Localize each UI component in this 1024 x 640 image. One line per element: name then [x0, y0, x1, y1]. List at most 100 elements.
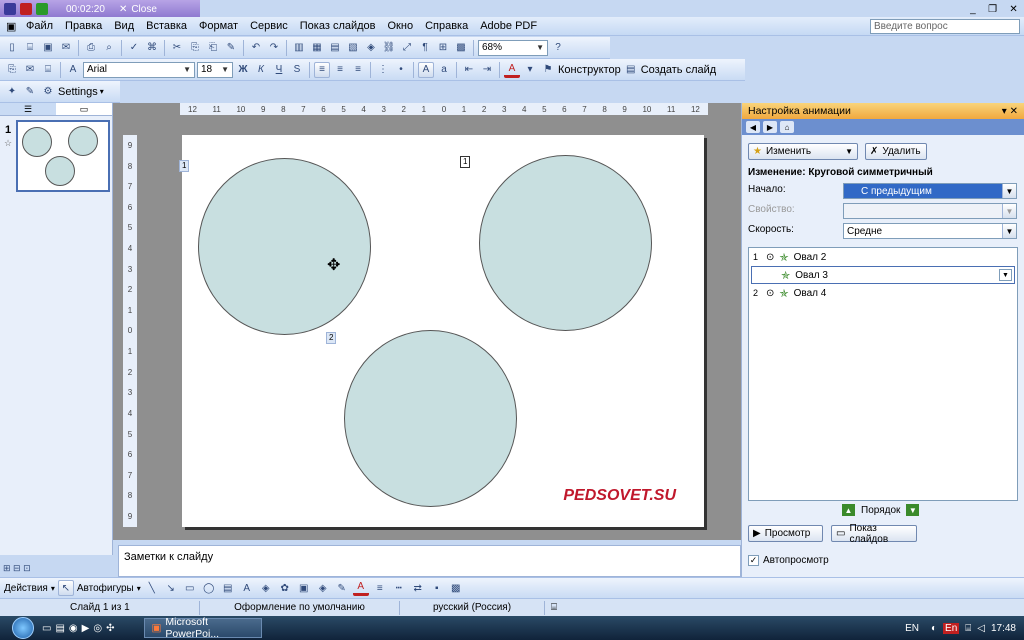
- decrease-indent-icon[interactable]: ⇤: [461, 62, 477, 78]
- italic-button[interactable]: К: [253, 62, 269, 78]
- show-desktop-icon[interactable]: ▭: [42, 623, 51, 634]
- save-icon[interactable]: ▣: [40, 40, 56, 56]
- oval-icon[interactable]: ◯: [201, 580, 217, 596]
- increase-indent-icon[interactable]: ⇥: [479, 62, 495, 78]
- align-left-icon[interactable]: ≡: [314, 61, 330, 78]
- taskbar-powerpoint[interactable]: ▣ Microsoft PowerPoi...: [144, 616, 263, 640]
- select-objects-icon[interactable]: ↖: [57, 580, 74, 596]
- oval-4[interactable]: [344, 330, 517, 507]
- font-size-select[interactable]: 18 ▼: [197, 61, 233, 78]
- actions-menu[interactable]: Действия: [4, 583, 48, 594]
- oval-3[interactable]: [479, 155, 652, 331]
- arrow-style-icon[interactable]: ⇄: [410, 580, 426, 596]
- firefox-icon[interactable]: ◉: [69, 623, 78, 634]
- start-button[interactable]: [12, 617, 34, 639]
- arrow-icon[interactable]: ↘: [163, 580, 179, 596]
- decrease-font-icon[interactable]: a: [436, 62, 452, 78]
- print-icon[interactable]: ⎙: [83, 40, 99, 56]
- move-down-icon[interactable]: ▼: [906, 504, 920, 516]
- menu-edit[interactable]: Правка: [59, 20, 108, 32]
- hyperlink-icon[interactable]: ⛓: [381, 40, 397, 56]
- list-item[interactable]: 2 ⊙ ✯ Овал 4: [749, 284, 1017, 302]
- oval-2[interactable]: [198, 158, 371, 335]
- tab-outline[interactable]: ☰: [0, 103, 56, 115]
- settings-pen-icon[interactable]: ✎: [22, 84, 38, 100]
- list-item[interactable]: 1 ⊙ ✯ Овал 2: [749, 248, 1017, 266]
- line-icon[interactable]: ╲: [144, 580, 160, 596]
- minimize-icon[interactable]: _: [970, 4, 976, 15]
- autopreview-checkbox[interactable]: ✓: [748, 555, 759, 566]
- recorder-close[interactable]: Close: [131, 4, 157, 15]
- menu-window[interactable]: Окно: [382, 20, 420, 32]
- table-icon[interactable]: ▦: [309, 40, 325, 56]
- home-icon[interactable]: ⌂: [780, 121, 794, 133]
- settings-app-icon[interactable]: ◎: [93, 623, 102, 634]
- color-icon[interactable]: ▩: [453, 40, 469, 56]
- settings-wand-icon[interactable]: ✦: [4, 84, 20, 100]
- picture-icon[interactable]: ▣: [296, 580, 312, 596]
- format-painter-icon[interactable]: ✎: [223, 40, 239, 56]
- pane-menu-icon[interactable]: ▾: [1002, 106, 1007, 117]
- tab-slides[interactable]: ▭: [56, 103, 112, 115]
- close-icon[interactable]: ✕: [119, 4, 127, 15]
- permission-icon[interactable]: ✉: [58, 40, 74, 56]
- cut-icon[interactable]: ✂: [169, 40, 185, 56]
- menu-view[interactable]: Вид: [108, 20, 140, 32]
- menu-tools[interactable]: Сервис: [244, 20, 294, 32]
- menu-file[interactable]: Файл: [20, 20, 59, 32]
- start-select[interactable]: С предыдущим ▼: [843, 183, 1017, 199]
- pane-close-icon[interactable]: ✕: [1010, 106, 1018, 117]
- 3d-style-icon[interactable]: ▩: [448, 580, 464, 596]
- pause-icon[interactable]: [4, 3, 16, 15]
- fill-color-icon[interactable]: ◈: [315, 580, 331, 596]
- chevron-down-icon[interactable]: ▼: [999, 269, 1012, 281]
- tray-app-icon[interactable]: ✣: [106, 623, 114, 634]
- increase-font-icon[interactable]: A: [418, 61, 434, 78]
- show-formatting-icon[interactable]: ¶: [417, 40, 433, 56]
- speed-select[interactable]: Средне ▼: [843, 223, 1017, 239]
- help-search-input[interactable]: Введите вопрос: [870, 19, 1020, 34]
- designer-button[interactable]: Конструктор: [558, 64, 621, 76]
- clock[interactable]: 17:48: [991, 623, 1016, 634]
- research-icon[interactable]: ⌘: [144, 40, 160, 56]
- zoom-select[interactable]: 68% ▼: [478, 39, 548, 56]
- tray-lang[interactable]: EN: [905, 623, 919, 634]
- menu-adobe-pdf[interactable]: Adobe PDF: [474, 20, 543, 32]
- diagram-icon[interactable]: ◈: [363, 40, 379, 56]
- undo-icon[interactable]: ↶: [248, 40, 264, 56]
- dash-style-icon[interactable]: ┅: [391, 580, 407, 596]
- back-icon[interactable]: ◀: [746, 121, 760, 133]
- close-window-icon[interactable]: ✕: [1009, 4, 1017, 15]
- view-buttons-icon[interactable]: ⊞ ⊟ ⊡: [3, 563, 31, 574]
- bullets-icon[interactable]: •: [393, 62, 409, 78]
- insert-chart-icon[interactable]: ▧: [345, 40, 361, 56]
- restore-icon[interactable]: ❐: [988, 4, 997, 15]
- menu-slideshow[interactable]: Показ слайдов: [294, 20, 382, 32]
- change-button[interactable]: ★ Изменить ▼: [748, 143, 858, 160]
- notes-input[interactable]: Заметки к слайду: [118, 545, 741, 577]
- slide-canvas[interactable]: 1 2 1 ✥ PEDSOVET.SU: [179, 135, 704, 527]
- open-icon[interactable]: ⌸: [22, 40, 38, 56]
- copy-icon[interactable]: ⎘: [187, 40, 203, 56]
- chart-icon[interactable]: ▥: [291, 40, 307, 56]
- shadow-style-icon[interactable]: ▪: [429, 580, 445, 596]
- tray-lang-indicator[interactable]: En: [943, 622, 960, 634]
- help-icon[interactable]: ?: [550, 40, 566, 56]
- font-color-icon[interactable]: A: [352, 580, 369, 596]
- align-center-icon[interactable]: ≡: [332, 62, 348, 78]
- rectangle-icon[interactable]: ▭: [182, 580, 198, 596]
- stop-icon[interactable]: [20, 3, 32, 15]
- new-icon[interactable]: ▯: [4, 40, 20, 56]
- redo-icon[interactable]: ↷: [266, 40, 282, 56]
- menu-insert[interactable]: Вставка: [140, 20, 193, 32]
- slide-thumbnail[interactable]: [16, 120, 110, 192]
- pdf-review-icon[interactable]: ⌸: [40, 62, 56, 78]
- bold-button[interactable]: Ж: [235, 62, 251, 78]
- list-item[interactable]: ✯ Овал 3 ▼: [751, 266, 1015, 284]
- explorer-icon[interactable]: ▤: [55, 623, 64, 634]
- textbox-icon[interactable]: ▤: [220, 580, 236, 596]
- shadow-button[interactable]: S: [289, 62, 305, 78]
- expand-icon[interactable]: ⤢: [399, 40, 415, 56]
- align-right-icon[interactable]: ≡: [350, 62, 366, 78]
- font-select[interactable]: Arial ▼: [83, 61, 195, 78]
